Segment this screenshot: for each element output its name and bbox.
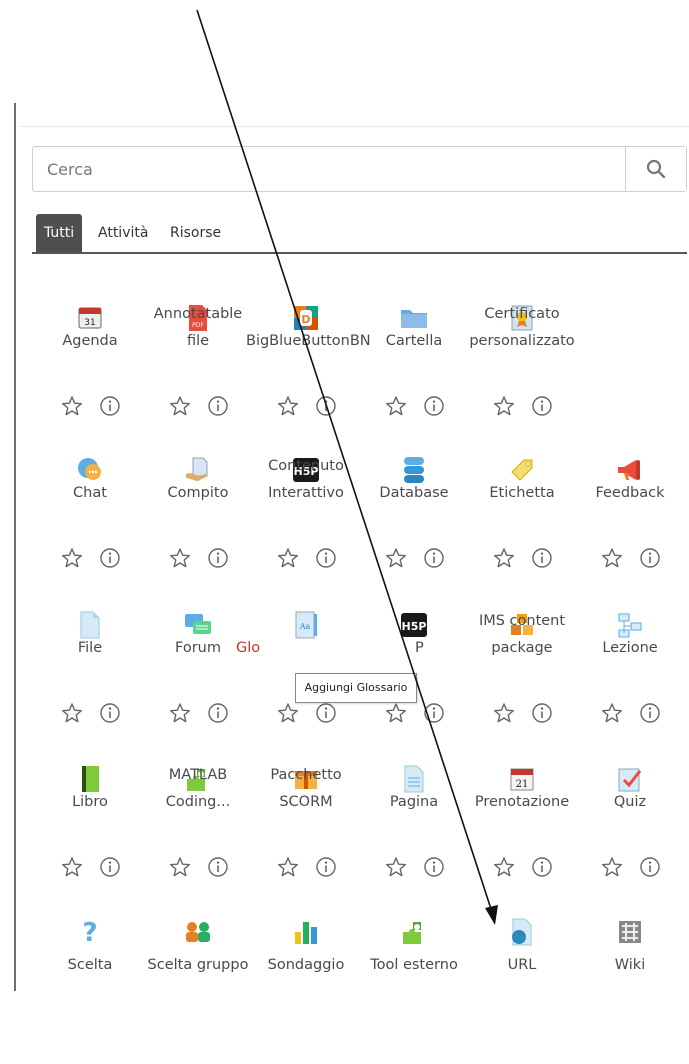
annotation-arrow — [196, 9, 498, 925]
